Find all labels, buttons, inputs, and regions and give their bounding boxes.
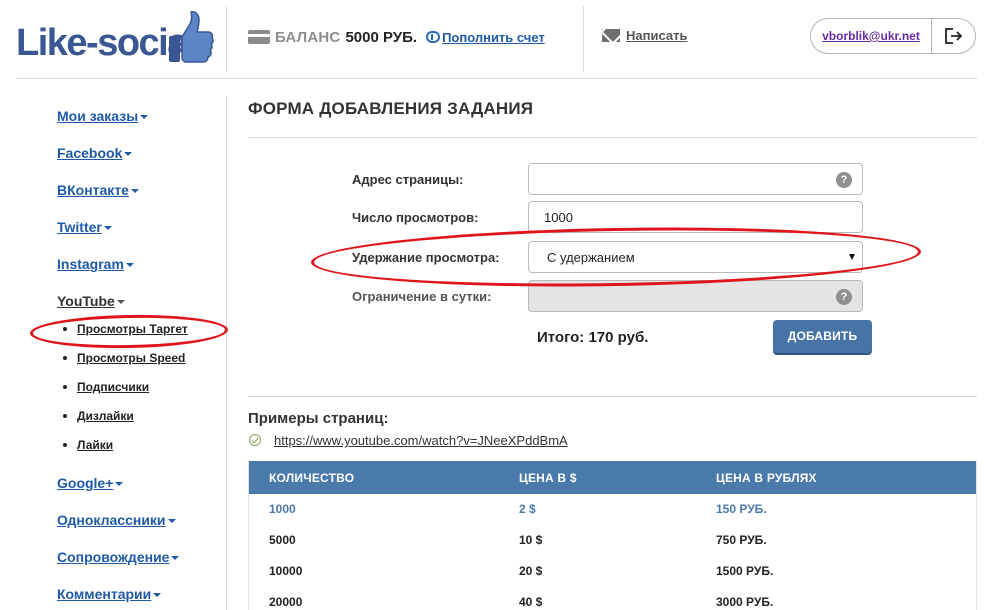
- column-header: КОЛИЧЕСТВО: [269, 471, 355, 485]
- title-divider: [248, 137, 977, 138]
- sidebar-subitem-dislikes[interactable]: Дизлайки: [77, 409, 134, 423]
- card-icon: [248, 30, 270, 44]
- table-cell: 3000 РУБ.: [716, 595, 774, 609]
- table-cell: 750 РУБ.: [716, 533, 767, 547]
- bullet: [63, 443, 67, 447]
- coin-icon: [426, 31, 441, 43]
- daily-limit-label: Ограничение в сутки:: [352, 289, 492, 304]
- sidebar-item-vkontakte[interactable]: ВКонтакте: [57, 182, 139, 198]
- sidebar-item-google-plus[interactable]: Google+: [57, 475, 124, 491]
- table-cell: 150 РУБ.: [716, 502, 767, 516]
- table-cell: 10000: [269, 564, 303, 578]
- header-bottom-border: [16, 78, 977, 79]
- sidebar-item-my-orders[interactable]: Мои заказы: [57, 108, 149, 124]
- table-cell: 10 $: [519, 533, 543, 547]
- chevron-down-icon: [153, 593, 162, 598]
- bullet: [63, 385, 67, 389]
- page-address-label: Адрес страницы:: [352, 172, 464, 187]
- sidebar-subitem-likes[interactable]: Лайки: [77, 438, 113, 452]
- sidebar-item-odnoklassniki[interactable]: Одноклассники: [57, 512, 176, 528]
- sidebar-item-support[interactable]: Сопровождение: [57, 549, 180, 565]
- chevron-down-icon: [125, 263, 134, 268]
- mail-icon: [602, 29, 620, 42]
- topup-link[interactable]: Пополнить счет: [442, 30, 545, 45]
- help-icon[interactable]: ?: [836, 172, 852, 188]
- price-table: КОЛИЧЕСТВО ЦЕНА В $ ЦЕНА В РУБЛЯХ 1000 2…: [248, 461, 977, 610]
- views-count-label: Число просмотров:: [352, 210, 479, 225]
- sidebar-item-facebook[interactable]: Facebook: [57, 145, 133, 161]
- total-price: Итого: 170 руб.: [537, 329, 649, 346]
- table-cell: 5000: [269, 533, 296, 547]
- header-divider: [226, 6, 227, 72]
- annotation-ellipse: [29, 313, 229, 350]
- chevron-down-icon: [140, 115, 149, 120]
- thumbs-up-icon: [169, 11, 214, 63]
- page-address-input[interactable]: ?: [528, 163, 863, 195]
- chevron-down-icon: [103, 226, 112, 231]
- chevron-down-icon: [115, 482, 124, 487]
- table-cell: 40 $: [519, 595, 543, 609]
- logo[interactable]: Like-social: [16, 10, 216, 66]
- chevron-down-icon: [171, 556, 180, 561]
- balance-value: 5000 РУБ.: [345, 28, 418, 46]
- example-link[interactable]: https://www.youtube.com/watch?v=JNeeXPdd…: [274, 433, 568, 448]
- check-circle-icon: [249, 434, 261, 446]
- table-cell: 1000: [269, 502, 296, 516]
- sidebar-subitem-subscribers[interactable]: Подписчики: [77, 380, 149, 394]
- views-count-value: 1000: [544, 210, 573, 225]
- write-button[interactable]: Написать: [602, 28, 687, 43]
- bullet: [63, 356, 67, 360]
- examples-title: Примеры страниц:: [248, 410, 389, 427]
- chevron-down-icon: [124, 152, 133, 157]
- table-header: КОЛИЧЕСТВО ЦЕНА В $ ЦЕНА В РУБЛЯХ: [249, 461, 976, 494]
- write-link[interactable]: Написать: [626, 28, 687, 43]
- table-cell: 20000: [269, 595, 303, 609]
- user-menu: vborblik@ukr.net: [810, 18, 976, 54]
- sidebar-item-instagram[interactable]: Instagram: [57, 256, 134, 272]
- sidebar-item-twitter[interactable]: Twitter: [57, 219, 112, 235]
- table-cell: 1500 РУБ.: [716, 564, 774, 578]
- column-header: ЦЕНА В $: [519, 471, 577, 485]
- balance-label: БАЛАНС: [275, 28, 341, 46]
- sidebar-item-comments[interactable]: Комментарии: [57, 586, 162, 602]
- sidebar-divider: [226, 96, 227, 610]
- logout-icon: [944, 28, 962, 44]
- chevron-down-icon: [116, 300, 125, 305]
- section-divider: [248, 396, 977, 397]
- logout-button[interactable]: [931, 19, 975, 53]
- add-button[interactable]: ДОБАВИТЬ: [773, 320, 872, 353]
- user-email-link[interactable]: vborblik@ukr.net: [811, 29, 931, 43]
- chevron-down-icon: [130, 189, 139, 194]
- page-title: ФОРМА ДОБАВЛЕНИЯ ЗАДАНИЯ: [248, 99, 534, 118]
- sidebar-item-youtube[interactable]: YouTube: [57, 293, 125, 309]
- sidebar-subitem-views-speed[interactable]: Просмотры Speed: [77, 351, 185, 365]
- table-cell: 2 $: [519, 502, 536, 516]
- chevron-down-icon: [167, 519, 176, 524]
- help-icon[interactable]: ?: [836, 289, 852, 305]
- topup-button[interactable]: Пополнить счет: [426, 30, 545, 45]
- column-header: ЦЕНА В РУБЛЯХ: [716, 471, 817, 485]
- balance: БАЛАНС 5000 РУБ. Пополнить счет: [248, 27, 545, 47]
- bullet: [63, 414, 67, 418]
- table-cell: 20 $: [519, 564, 543, 578]
- header-divider: [583, 6, 584, 72]
